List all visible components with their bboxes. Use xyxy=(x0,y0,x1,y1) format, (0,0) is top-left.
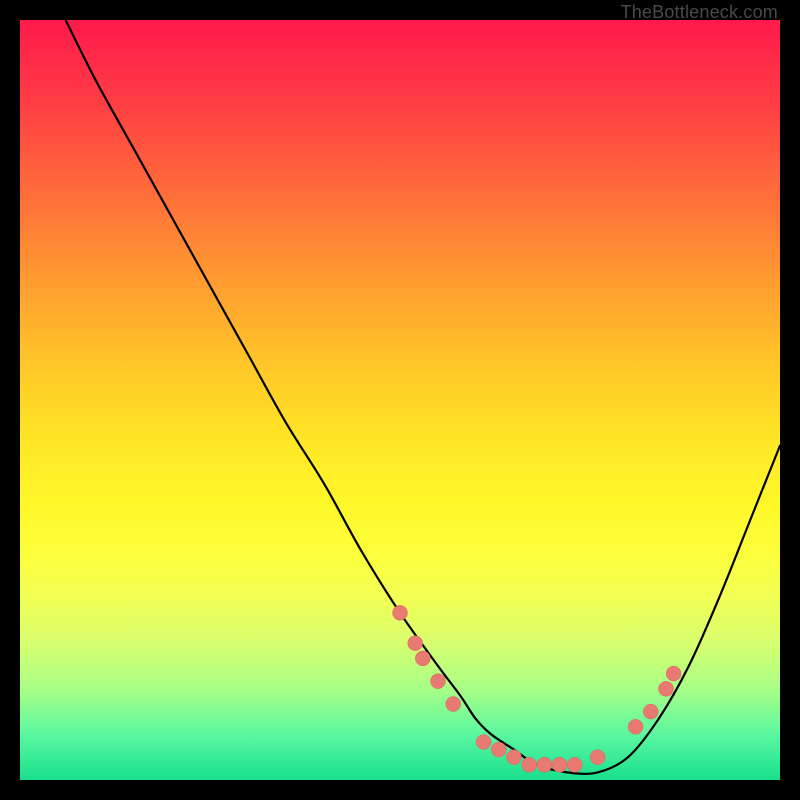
data-point xyxy=(393,605,408,620)
data-point xyxy=(446,697,461,712)
data-point xyxy=(415,651,430,666)
data-point xyxy=(567,757,582,772)
chart-svg xyxy=(20,20,780,780)
data-point xyxy=(431,674,446,689)
data-point xyxy=(552,757,567,772)
data-point xyxy=(507,750,522,765)
data-point xyxy=(628,719,643,734)
data-point xyxy=(537,757,552,772)
chart-frame: TheBottleneck.com xyxy=(0,0,800,800)
data-point xyxy=(408,636,423,651)
data-point xyxy=(522,757,537,772)
data-point xyxy=(491,742,506,757)
plot-area xyxy=(20,20,780,780)
data-point xyxy=(659,681,674,696)
watermark-text: TheBottleneck.com xyxy=(621,2,778,23)
data-point xyxy=(643,704,658,719)
data-point xyxy=(666,666,681,681)
data-point xyxy=(476,735,491,750)
data-point xyxy=(590,750,605,765)
